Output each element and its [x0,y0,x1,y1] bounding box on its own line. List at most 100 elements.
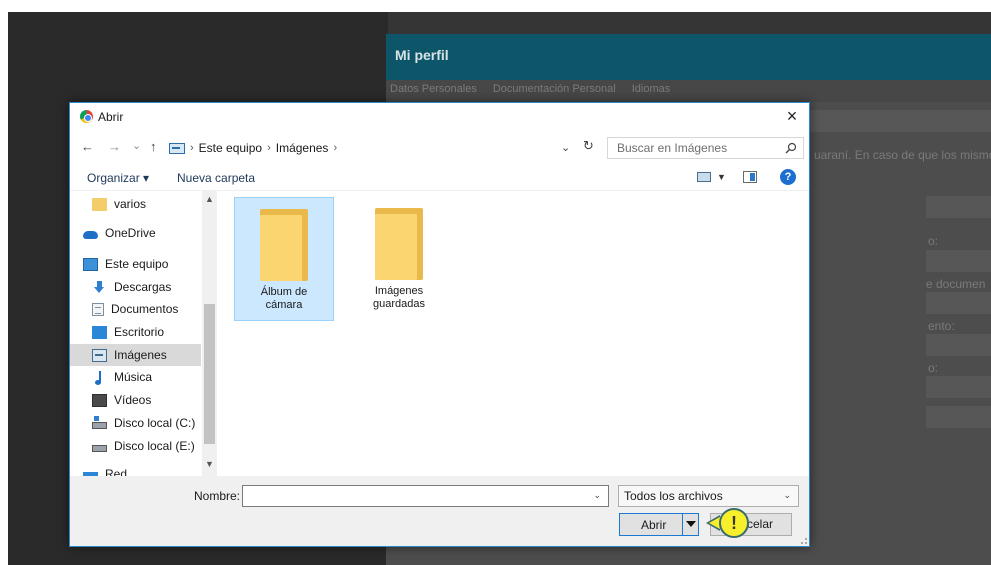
breadcrumb-separator: › [333,142,338,154]
nav-item-label: Vídeos [114,393,152,407]
web-row [926,334,991,356]
up-arrow-icon[interactable]: ↑ [150,139,157,154]
web-field-label: o: [928,361,939,375]
web-row [926,250,991,272]
nav-pane-scrollbar[interactable]: ▲ ▼ [202,191,217,476]
search-icon [785,142,797,154]
file-type-chevron-icon[interactable]: ⌄ [783,490,791,501]
open-button[interactable]: Abrir [619,513,699,536]
nav-item-red[interactable]: Red [70,463,201,476]
nav-item-label: Este equipo [105,257,169,271]
search-input[interactable]: Buscar en Imágenes [607,137,804,159]
web-row [926,406,991,428]
open-options-dropdown-icon[interactable] [682,514,698,535]
scroll-down-arrow-icon[interactable]: ▼ [205,459,214,469]
nav-item-escritorio[interactable]: Escritorio [70,321,201,343]
nav-item-label: Documentos [111,302,179,316]
nav-item-disco-c[interactable]: Disco local (C:) [70,412,201,434]
web-tab-idiomas[interactable]: Idiomas [632,83,671,99]
nav-item-label: varios [114,197,147,211]
address-bar[interactable]: › Este equipo › Imágenes › [169,137,599,159]
navigation-bar: ← → ⌄ ↑ › Este equipo › Imágenes › ⌄ ↻ B… [70,131,809,163]
web-row [926,196,991,218]
nav-item-descargas[interactable]: Descargas [70,276,201,298]
navigation-pane: varios OneDrive Este equipo Descargas Do… [70,191,217,476]
web-field-label: o: [928,234,939,248]
filename-input[interactable]: ⌄ [242,485,609,507]
folder-item-album-camara[interactable]: Álbum de cámara [234,197,334,321]
view-dropdown-icon[interactable]: ▼ [717,172,726,182]
nav-item-este-equipo[interactable]: Este equipo [70,253,201,275]
web-page-tabs: Datos Personales Documentación Personal … [386,80,991,102]
nav-item-documentos[interactable]: Documentos [70,298,201,320]
web-row [926,292,991,314]
help-icon[interactable]: ? [780,169,796,185]
nav-item-label: Escritorio [114,325,165,339]
nav-item-varios[interactable]: varios [70,193,201,215]
download-icon [92,280,107,294]
address-dropdown-chevron-icon[interactable]: ⌄ [561,141,570,154]
scrollbar-thumb[interactable] [204,304,215,444]
web-page-title: Mi perfil [386,34,991,80]
nav-item-onedrive[interactable]: OneDrive [70,222,201,244]
breadcrumb-imagenes[interactable]: Imágenes [276,141,329,155]
filename-label: Nombre: [194,489,241,503]
open-button-label: Abrir [641,518,667,532]
file-type-select[interactable]: Todos los archivos ⌄ [618,485,799,507]
drive-icon [92,416,107,429]
nav-item-label: OneDrive [105,226,156,240]
resize-grip-icon[interactable] [801,538,807,544]
preview-pane-icon[interactable] [743,171,757,183]
nav-item-videos[interactable]: Vídeos [70,389,201,411]
search-placeholder: Buscar en Imágenes [617,141,728,155]
scroll-up-arrow-icon[interactable]: ▲ [205,194,214,204]
nav-item-label: Descargas [114,280,172,294]
back-arrow-icon[interactable]: ← [81,139,94,154]
pictures-icon [92,348,107,362]
folder-item-imagenes-guardadas[interactable]: Imágenes guardadas [349,197,449,321]
nav-item-label: Disco local (C:) [114,416,196,430]
new-folder-button[interactable]: Nueva carpeta [177,171,255,185]
breadcrumb-este-equipo[interactable]: Este equipo [199,141,262,155]
nav-item-imagenes[interactable]: Imágenes [70,344,201,366]
nav-item-label: Música [114,370,153,384]
web-snippet-text: uaraní. En caso de que los mismo [814,148,991,162]
web-field-label: ento: [928,319,955,333]
folder-icon [92,197,107,211]
refresh-icon[interactable]: ↻ [583,138,594,154]
dialog-title: Abrir [98,110,124,124]
recent-locations-chevron-icon[interactable]: ⌄ [132,139,141,152]
web-tab-documentacion[interactable]: Documentación Personal [493,83,616,99]
dialog-titlebar: Abrir × [70,103,809,131]
breadcrumb-separator: › [267,142,271,154]
videos-icon [92,393,107,407]
drive-icon [92,445,107,452]
warning-marker-icon: ! [719,508,749,538]
breadcrumb-separator: › [190,142,194,154]
nav-item-label: Red [105,467,128,476]
nav-item-label: Imágenes [114,348,167,362]
filename-dropdown-chevron-icon[interactable]: ⌄ [593,490,601,501]
open-file-dialog: Abrir × ← → ⌄ ↑ › Este equipo › Imágenes… [69,102,810,547]
folder-label: guardadas [373,298,425,310]
web-row [926,376,991,398]
computer-icon [83,257,98,271]
documents-icon [92,302,104,316]
music-icon [92,370,107,385]
file-list-area: Álbum de cámara Imágenes guardadas [219,191,809,476]
folder-icon [375,208,423,280]
file-type-value: Todos los archivos [624,489,723,503]
pictures-location-icon [169,142,185,154]
close-icon[interactable]: × [781,106,803,126]
forward-arrow-icon[interactable]: → [108,139,121,154]
organize-button[interactable]: Organizar ▾ [87,171,149,185]
web-tab-datos-personales[interactable]: Datos Personales [390,83,477,99]
nav-item-label: Disco local (E:) [114,439,195,453]
web-field-label: e documen [926,277,986,291]
desktop-icon [92,325,107,339]
folder-icon [260,209,308,281]
folder-label: cámara [265,299,303,311]
view-options-icon[interactable] [697,172,711,182]
nav-item-disco-e[interactable]: Disco local (E:) [70,435,201,457]
nav-item-musica[interactable]: Música [70,366,201,388]
